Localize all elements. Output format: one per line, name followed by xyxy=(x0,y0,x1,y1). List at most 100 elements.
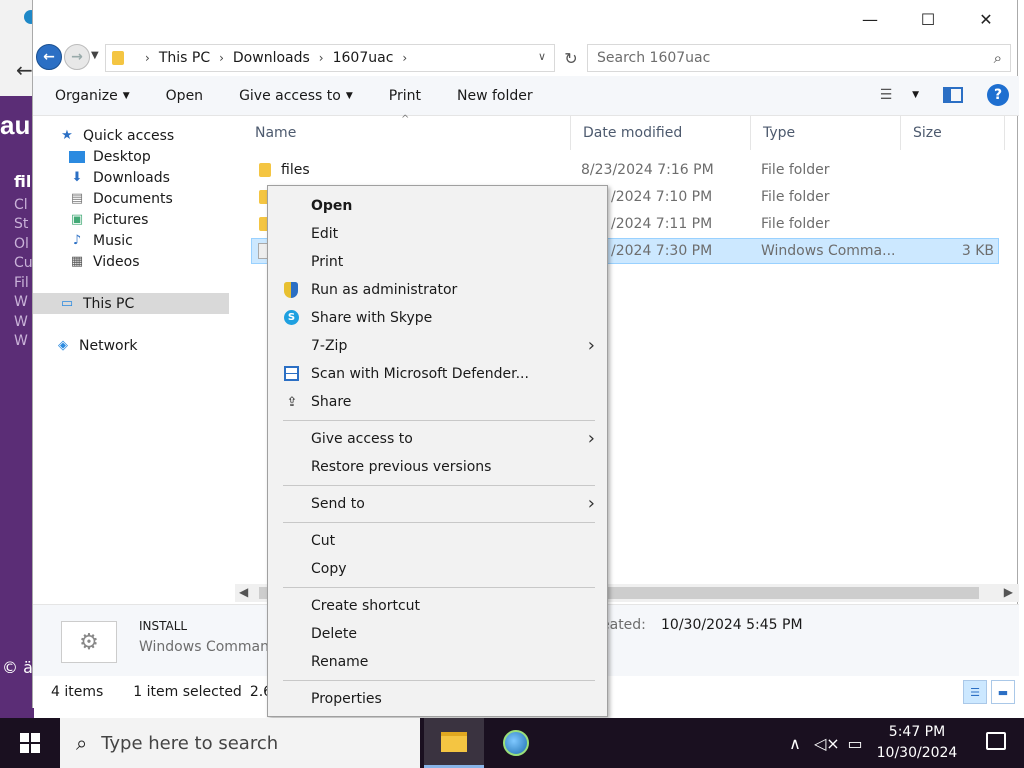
menu-item-run-as-admin[interactable]: Run as administrator xyxy=(270,278,605,304)
menu-item-7zip[interactable]: 7-Zip › xyxy=(270,334,605,360)
taskbar-search-placeholder: Type here to search xyxy=(101,732,279,754)
file-size: 3 KB xyxy=(961,243,994,259)
menu-separator xyxy=(283,680,595,681)
nav-documents[interactable]: ▤ Documents xyxy=(69,188,173,209)
open-button[interactable]: Open xyxy=(148,76,221,116)
menu-item-share[interactable]: ⇪ Share xyxy=(270,390,605,416)
large-icons-view-icon[interactable]: ▬ xyxy=(991,680,1015,704)
recent-locations-button[interactable]: ▼ xyxy=(91,50,99,61)
clock[interactable]: 5:47 PM 10/30/2024 xyxy=(872,722,962,764)
nav-videos[interactable]: ▦ Videos xyxy=(69,251,140,272)
file-row-files[interactable]: files 8/23/2024 7:16 PM File folder xyxy=(251,158,999,184)
back-button[interactable]: ← xyxy=(36,44,62,70)
start-button[interactable] xyxy=(0,718,60,768)
nav-downloads[interactable]: ⬇ Downloads xyxy=(69,167,170,188)
minimize-button[interactable]: — xyxy=(841,0,899,38)
menu-label: 7-Zip xyxy=(311,338,348,354)
menu-item-open[interactable]: Open xyxy=(270,194,605,220)
search-icon: ⌕ xyxy=(76,731,88,755)
chevron-right-icon[interactable]: › xyxy=(145,51,150,65)
menu-item-rename[interactable]: Rename xyxy=(270,650,605,676)
chevron-right-icon[interactable]: › xyxy=(219,51,224,65)
menu-item-create-shortcut[interactable]: Create shortcut xyxy=(270,594,605,620)
menu-item-scan-defender[interactable]: Scan with Microsoft Defender... xyxy=(270,362,605,388)
file-type: File folder xyxy=(761,162,830,178)
help-icon[interactable]: ? xyxy=(987,84,1009,106)
breadcrumb-downloads[interactable]: Downloads xyxy=(233,50,310,66)
chevron-right-icon[interactable]: › xyxy=(319,51,324,65)
print-button[interactable]: Print xyxy=(371,76,439,116)
scroll-right-icon[interactable]: ▶ xyxy=(1004,585,1013,599)
volume-muted-icon[interactable]: ◁× xyxy=(814,734,840,753)
chevron-down-icon[interactable]: ∨ xyxy=(538,50,546,63)
breadcrumb-this-pc[interactable]: This PC xyxy=(159,50,210,66)
nav-pictures[interactable]: ▣ Pictures xyxy=(69,209,149,230)
nav-this-pc[interactable]: ▭ This PC xyxy=(33,293,229,314)
file-type: Windows Comma... xyxy=(761,243,896,259)
menu-label: Share with Skype xyxy=(311,310,433,326)
search-input[interactable]: Search 1607uac ⌕ xyxy=(587,44,1011,72)
nav-desktop[interactable]: Desktop xyxy=(69,146,151,167)
nav-quick-access[interactable]: ★ Quick access xyxy=(59,125,174,146)
menu-label: Open xyxy=(311,198,353,214)
nav-music[interactable]: ♪ Music xyxy=(69,230,133,251)
view-options-icon[interactable]: ☰ xyxy=(875,87,897,103)
menu-item-edit[interactable]: Edit xyxy=(270,222,605,248)
caret-down-icon[interactable]: ▼ xyxy=(912,90,919,100)
gear-icon: ⚙ xyxy=(61,621,117,663)
background-line: W xyxy=(14,294,28,310)
menu-item-share-skype[interactable]: S Share with Skype xyxy=(270,306,605,332)
notification-icon[interactable] xyxy=(986,732,1006,750)
menu-separator xyxy=(283,420,595,421)
address-bar[interactable]: › This PC › Downloads › 1607uac › ∨ xyxy=(105,44,555,72)
menu-label: Print xyxy=(311,254,344,270)
column-type[interactable]: Type xyxy=(751,116,901,150)
view-switcher: ☰ ▬ xyxy=(963,680,1015,704)
refresh-icon: ↻ xyxy=(564,48,578,68)
background-line: St xyxy=(14,216,29,232)
maximize-button[interactable]: ☐ xyxy=(899,0,957,38)
taskbar-browser[interactable] xyxy=(486,718,546,768)
file-date: /2024 7:30 PM xyxy=(611,243,713,259)
background-sidebar: au fil Cl St Ol Cu Fil W W W xyxy=(0,96,34,656)
menu-item-cut[interactable]: Cut xyxy=(270,529,605,555)
details-view-icon[interactable]: ☰ xyxy=(963,680,987,704)
network-icon: ◈ xyxy=(58,338,68,353)
menu-item-properties[interactable]: Properties xyxy=(270,687,605,713)
menu-label: Rename xyxy=(311,654,369,670)
menu-item-copy[interactable]: Copy xyxy=(270,557,605,583)
share-icon: ⇪ xyxy=(286,394,298,410)
menu-item-restore-versions[interactable]: Restore previous versions xyxy=(270,455,605,481)
navigation-pane: ★ Quick access Desktop ⬇ Downloads ▤ Docume… xyxy=(33,116,233,584)
taskbar-search-input[interactable]: ⌕ Type here to search xyxy=(60,718,420,768)
close-button[interactable]: ✕ xyxy=(957,0,1015,38)
column-size[interactable]: Size xyxy=(901,116,1005,150)
new-folder-button[interactable]: New folder xyxy=(439,76,551,116)
menu-item-print[interactable]: Print xyxy=(270,250,605,276)
column-date-modified[interactable]: Date modified xyxy=(571,116,751,150)
give-access-label: Give access to xyxy=(239,87,341,104)
taskbar-file-explorer[interactable] xyxy=(424,718,484,768)
column-name[interactable]: Name xyxy=(243,116,571,150)
chevron-up-icon[interactable]: ∧ xyxy=(784,734,806,753)
menu-item-delete[interactable]: Delete xyxy=(270,622,605,648)
organize-button[interactable]: Organize ▼ xyxy=(33,76,148,116)
menu-item-give-access[interactable]: Give access to › xyxy=(270,427,605,453)
forward-button[interactable]: → xyxy=(64,44,90,70)
menu-item-send-to[interactable]: Send to › xyxy=(270,492,605,518)
nav-label: Pictures xyxy=(93,211,149,228)
arrow-left-icon: ← xyxy=(43,49,55,65)
background-back-icon[interactable]: ← xyxy=(16,58,33,82)
scroll-left-icon[interactable]: ◀ xyxy=(239,585,248,599)
give-access-button[interactable]: Give access to ▼ xyxy=(221,76,371,116)
network-icon[interactable]: ▭ xyxy=(844,734,866,753)
preview-pane-icon[interactable] xyxy=(943,87,963,103)
nav-network[interactable]: ◈ Network xyxy=(55,335,137,356)
file-type: File folder xyxy=(761,189,830,205)
chevron-right-icon[interactable]: › xyxy=(402,51,407,65)
refresh-button[interactable]: ↻ xyxy=(559,46,583,70)
organize-label: Organize xyxy=(55,87,118,104)
nav-label: This PC xyxy=(83,295,135,312)
menu-label: Share xyxy=(311,394,352,410)
breadcrumb-1607uac[interactable]: 1607uac xyxy=(333,50,394,66)
